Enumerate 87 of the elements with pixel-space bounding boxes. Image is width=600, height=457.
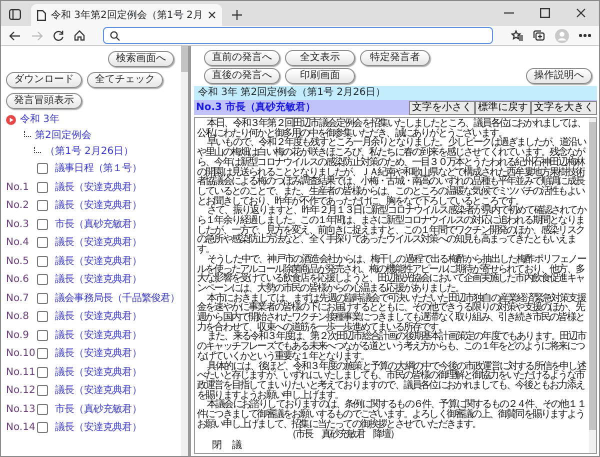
item-number: No.4 [6,236,30,250]
tree-item[interactable]: 第2回定例会 [35,128,92,143]
item-number: No.14 [6,421,36,436]
checkbox[interactable] [37,292,48,304]
speaker-link[interactable]: 議長（安達克典君） [55,328,142,343]
item-number: No.3 [6,218,30,232]
checkbox[interactable] [37,200,48,212]
collections-icon[interactable] [533,30,545,41]
closing-text: 閉 議 [211,441,243,451]
navigation-button[interactable]: 特定発言者 [360,50,430,66]
checkbox[interactable] [37,311,48,322]
navigation-button[interactable]: 直前の発言へ [204,50,280,66]
play-icon [6,114,16,124]
speaker-link[interactable]: 議長（安達克典君） [55,420,142,436]
item-number: No.1 [6,180,30,195]
summary-button[interactable]: 発言冒頭表示 [6,93,82,109]
checkbox[interactable] [37,366,48,378]
speaker-link[interactable]: 市長（真砂充敏君） [55,216,142,232]
navigation-button[interactable]: 全文表示 [285,50,355,66]
item-number: No.2 [6,199,30,214]
tab-title: 令和 3年第2回定例会（第1号 2月 [51,8,203,22]
speech-paragraph: さて、振り返りますと、昨年２月１３日に新型コロナウイルス感染者が県内で初めて確認されてから１年余り経過しました。この１年間は、まさに新型コロナウイルスの対応に追われる期間となりましたが、一方で、見方を変え、前向きに捉えますと、この１年間でワクチン開発のほか、感染リスクの急所や感染防止方法など、全く手探りであったウイルス対策への知見も高まってきたともいえます。 [197,206,587,255]
speaker-link[interactable]: 議長（安達克典君） [55,309,142,324]
speaker-link[interactable]: 議長（安達克典君） [55,383,142,398]
item-number: No.9 [6,328,30,343]
speaker-link[interactable]: 議長（安達克典君） [55,346,142,362]
refresh-icon[interactable] [53,30,64,41]
item-number: No.10 [6,347,36,362]
stage-direction: （市長 真砂充敏君 降壇） [286,430,400,440]
toolbar-button[interactable]: 全てチェック [87,72,163,88]
speaker-link[interactable]: 議長（安達克典君） [55,235,142,250]
checkbox[interactable] [37,218,48,230]
speech-paragraph: 本議会にお諮りしておりますのは、条例に関するもの６件、予算に関するもの２４件、その他１１件につきまして御審議をお願いするものでございます。よろしく御審議の上、御賛同を賜りますようお願い申し上げまして、招集に当たっての御挨拶とさせていただきます。 [197,400,586,430]
speaker-link[interactable]: 議長（安達克典君） [55,198,142,214]
item-number: No.13 [6,402,36,417]
checkbox[interactable] [37,330,48,341]
search-icon [110,30,120,40]
speaker-link[interactable]: 議会事務局長（千品繁俊君） [55,290,180,306]
font-size-button[interactable]: 文字を大きく [531,100,597,114]
speaker-link[interactable]: 議長（安達克典君） [55,180,142,195]
font-size-button[interactable]: 標準に戻す [475,100,531,114]
back-icon[interactable] [9,30,21,40]
home-icon[interactable] [74,30,85,41]
font-size-button[interactable]: 文字を小さく [409,100,475,114]
checkbox[interactable] [37,256,48,267]
search-screen-button[interactable]: 検索画面へ [108,51,174,67]
item-number: No.6 [6,273,30,288]
speaker-link[interactable]: 議長（安達克典君） [55,364,142,380]
speaker-link[interactable]: 議事日程（第１号） [55,161,142,176]
tree-connector-icon [34,146,41,152]
toolbar-button[interactable]: ダウンロード [6,72,82,88]
tree-item[interactable]: （第1号 2月26日） [45,144,134,159]
page-icon [37,10,46,20]
sidebar-icon[interactable] [9,9,21,20]
navigation-button[interactable]: 直後の発言へ [204,68,280,84]
item-number: No.5 [6,254,30,269]
more-icon[interactable] [579,34,591,37]
checkbox[interactable] [37,237,48,248]
speech-paragraph: そうした中で、神戸市の酒造会社からは、梅干しの過程で出る梅酢から抽出した梅酢ポリフェノールを使ったアルコール除菌商品が発売され、梅の機能性アピールに期待が寄せられており、他方、多大な影響を受けている飲食店を応援しようと、田辺観光協会において企画実施した市内飲食促進キャンペーンには、大勢の市民の皆様からの心温まる応援がありました。 [197,254,587,294]
speaker-link[interactable]: 議長（安達克典君） [55,254,142,269]
speech-paragraph: 本日、令和３年第２回田辺市議会定例会を招集いたしましたところ、議員各位におかれましては、公私にわたり何かと御多用の中を御参集いただき、誠にありがとうございます。 [197,119,586,138]
checkbox[interactable] [37,422,48,434]
item-number: No.11 [6,366,36,380]
speaker-link[interactable]: 議長（安達克典君） [55,272,142,288]
tree-connector-icon [24,130,31,136]
checkbox[interactable] [37,274,48,286]
item-number: No.7 [6,292,30,306]
checkbox[interactable] [37,348,48,360]
checkbox[interactable] [37,163,48,174]
checkbox[interactable] [37,404,48,415]
speaker-name: No.3 市長（真砂充敏君） [195,100,316,115]
tree-item[interactable]: 令和 3年 [20,112,60,127]
new-tab-icon[interactable] [232,10,242,20]
speech-paragraph: また、来る令和３年度は、第２次田辺市総合計画の後期基本計画策定の年度でもあります。田辺市のキャッチフレーズでもある未来へつながる道という考え方からも、この１年をどのように将来につなげていくかという重要な１年となります。 [197,332,587,362]
close-icon[interactable] [208,11,216,19]
item-number: No.8 [6,310,30,324]
favorites-icon[interactable] [511,30,523,41]
session-title: 令和 3年 第2回定例会（第1号 2月26日） [194,86,597,100]
help-button[interactable]: 操作説明へ [526,68,592,84]
navigation-button[interactable]: 印刷画面 [285,68,355,84]
checkbox[interactable] [37,182,48,193]
item-number: No.12 [6,384,36,398]
speaker-link[interactable]: 市長（真砂充敏君） [55,402,142,417]
close-icon[interactable] [576,8,586,18]
maximize-icon[interactable] [540,8,550,18]
browser-tab[interactable]: 令和 3年第2回定例会（第1号 2月 [31,4,222,26]
checkbox[interactable] [37,385,48,396]
